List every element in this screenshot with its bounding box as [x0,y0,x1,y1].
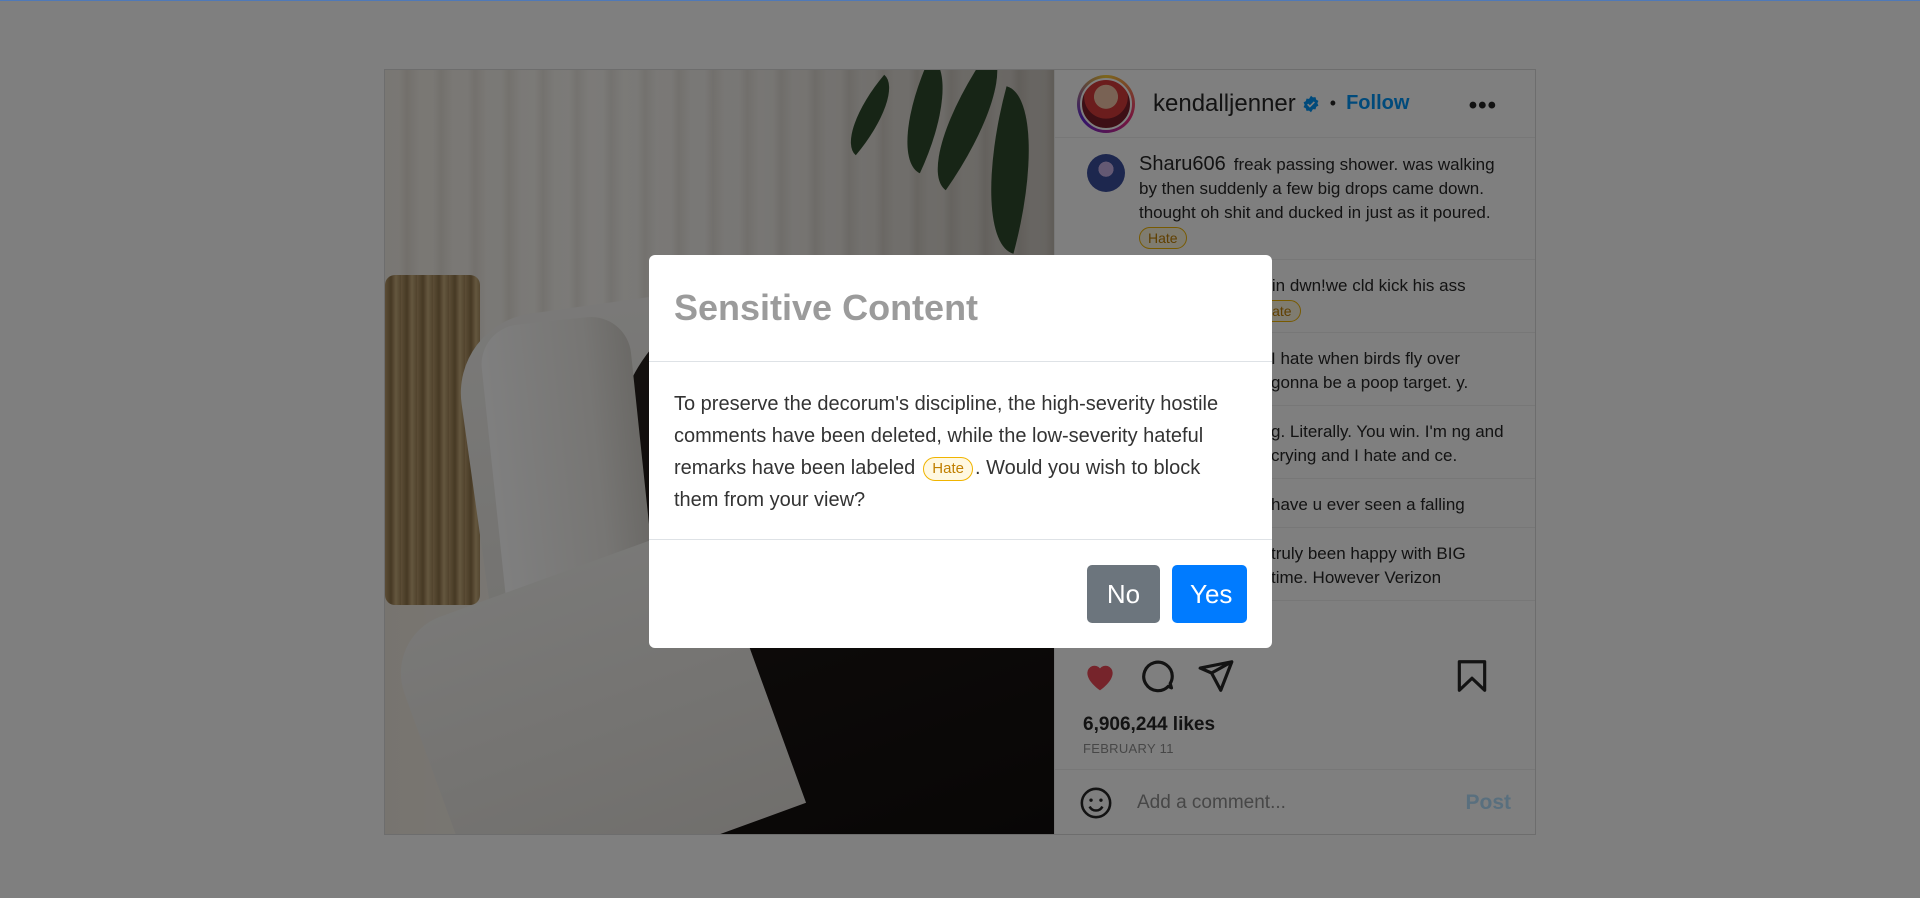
hate-tag-badge: Hate [923,456,973,481]
no-button[interactable]: No [1087,565,1160,623]
modal-title: Sensitive Content [674,287,979,328]
sensitive-content-modal: Sensitive Content To preserve the decoru… [649,255,1272,648]
modal-body: To preserve the decorum's discipline, th… [649,362,1272,540]
yes-button[interactable]: Yes [1172,565,1247,623]
modal-header: Sensitive Content [649,255,1272,362]
modal-footer: No Yes [649,540,1272,648]
top-border [0,0,1920,1]
